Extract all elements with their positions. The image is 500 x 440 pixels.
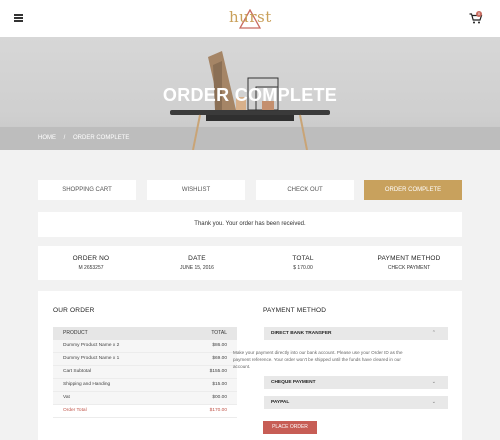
row-product: Dummy Product Name x 1	[63, 356, 120, 361]
breadcrumb-home[interactable]: HOME	[38, 135, 56, 141]
summary-total: TOTAL $ 170.00	[250, 255, 356, 271]
summary-label: TOTAL	[292, 255, 314, 262]
row-product: Vat	[63, 395, 70, 400]
our-order-title: OUR ORDER	[53, 307, 95, 314]
row-total: $170.00	[209, 408, 227, 413]
step-order-complete[interactable]: ORDER COMPLETE	[364, 180, 462, 200]
order-summary: ORDER NO M 2653257 DATE JUNE 15, 2016 TO…	[38, 246, 462, 280]
page-title: ORDER COMPLETE	[162, 85, 338, 105]
payment-option-label: PAYPAL	[271, 400, 290, 405]
summary-date: DATE JUNE 15, 2016	[144, 255, 250, 271]
row-product: Order Total	[63, 408, 87, 413]
table-row: Shipping and Handing $15.00	[53, 379, 237, 392]
step-checkout[interactable]: CHECK OUT	[256, 180, 354, 200]
column-header-total: TOTAL	[211, 330, 227, 336]
breadcrumb: HOME / ORDER COMPLETE	[38, 135, 135, 141]
summary-label: ORDER NO	[72, 255, 110, 262]
payment-option-paypal[interactable]: PAYPAL ⌄	[264, 396, 448, 409]
table-row: Cart Subtotal $155.00	[53, 366, 237, 379]
row-product: Cart Subtotal	[63, 369, 91, 374]
summary-order-no: ORDER NO M 2653257	[38, 255, 144, 271]
table-header: PRODUCT TOTAL	[53, 327, 237, 340]
order-table: PRODUCT TOTAL Dummy Product Name x 2 $86…	[53, 327, 237, 418]
step-shopping-cart[interactable]: SHOPPING CART	[38, 180, 136, 200]
cart-count-badge: 0	[476, 11, 482, 17]
summary-value: $ 170.00	[293, 265, 313, 271]
table-row: Dummy Product Name x 1 $69.00	[53, 353, 237, 366]
table-row: Vat $00.00	[53, 392, 237, 405]
summary-value: CHECK PAYMENT	[387, 265, 431, 271]
summary-value: M 2653257	[78, 265, 104, 271]
row-total: $69.00	[212, 356, 227, 361]
payment-option-cheque[interactable]: CHEQUE PAYMENT ⌄	[264, 376, 448, 389]
row-total: $00.00	[212, 395, 227, 400]
order-received-notice: Thank you. Your order has been received.	[38, 212, 462, 237]
summary-label: DATE	[188, 255, 206, 262]
row-total: $155.00	[209, 369, 227, 374]
summary-payment-method: PAYMENT METHOD CHECK PAYMENT	[356, 255, 462, 271]
step-wishlist[interactable]: WISHLIST	[147, 180, 245, 200]
bank-transfer-description: Make your payment directly into our bank…	[233, 350, 403, 369]
hamburger-menu-icon[interactable]	[14, 14, 23, 22]
row-total: $86.00	[212, 343, 227, 348]
summary-label: PAYMENT METHOD	[377, 255, 441, 262]
logo-text: hurst	[229, 8, 272, 26]
row-product: Dummy Product Name x 2	[63, 343, 120, 348]
place-order-button[interactable]: PLACE ORDER	[263, 421, 317, 434]
column-header-product: PRODUCT	[63, 330, 88, 336]
breadcrumb-separator: /	[63, 135, 66, 141]
summary-value: JUNE 15, 2016	[180, 265, 214, 271]
payment-method-title: PAYMENT METHOD	[263, 307, 327, 314]
chevron-up-icon: ⌃	[431, 330, 436, 336]
table-row-order-total: Order Total $170.00	[53, 405, 237, 418]
logo[interactable]: hurst	[229, 7, 271, 29]
row-total: $15.00	[212, 382, 227, 387]
chevron-down-icon: ⌄	[431, 379, 436, 385]
breadcrumb-current: ORDER COMPLETE	[73, 135, 130, 141]
chevron-down-icon: ⌄	[431, 399, 436, 405]
payment-option-label: CHEQUE PAYMENT	[271, 380, 316, 385]
row-product: Shipping and Handing	[63, 382, 111, 387]
payment-option-bank-transfer[interactable]: DIRECT BANK TRANSFER ⌃	[264, 327, 448, 340]
payment-option-label: DIRECT BANK TRANSFER	[271, 331, 332, 336]
table-row: Dummy Product Name x 2 $86.00	[53, 340, 237, 353]
top-bar: hurst 0	[0, 0, 500, 37]
hero-banner: ORDER COMPLETE HOME / ORDER COMPLETE	[0, 37, 500, 150]
